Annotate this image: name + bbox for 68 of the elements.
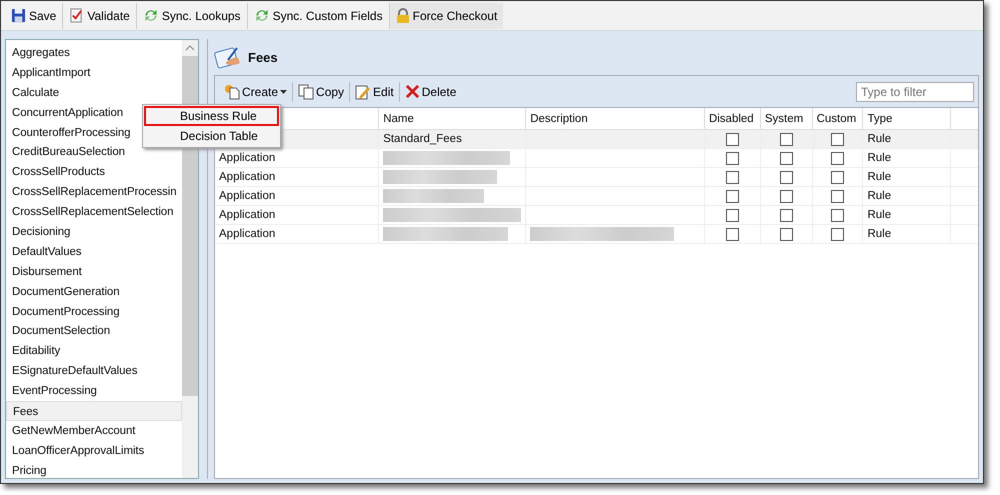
table-cell: Application	[219, 209, 276, 221]
checkbox[interactable]	[726, 228, 739, 240]
toolbar-button[interactable]: Sync. Lookups	[136, 2, 248, 28]
list-item[interactable]: Decisioning	[6, 222, 182, 242]
checkbox[interactable]	[831, 170, 844, 184]
checkbox[interactable]	[726, 170, 739, 184]
action-button[interactable]: Create	[219, 82, 294, 102]
checkbox[interactable]	[726, 132, 739, 146]
toolbar-button[interactable]: Force Checkout	[390, 2, 504, 28]
list-item[interactable]: DocumentSelection	[6, 321, 182, 342]
checkbox[interactable]	[831, 228, 844, 240]
action-button[interactable]: Copy	[293, 82, 350, 102]
list-item[interactable]: DocumentProcessing	[6, 302, 182, 322]
toolbar-button[interactable]: Save	[5, 2, 64, 28]
sync-icon	[254, 8, 270, 23]
list-item[interactable]: Fees	[6, 401, 182, 421]
checkbox[interactable]	[780, 190, 793, 202]
checkbox[interactable]	[726, 190, 739, 202]
action-button[interactable]: Edit	[350, 82, 400, 102]
list-item[interactable]: EventProcessing	[6, 381, 182, 402]
checklist-icon	[69, 8, 84, 23]
checkbox[interactable]	[726, 152, 739, 164]
list-item[interactable]: ESignatureDefaultValues	[6, 361, 182, 382]
copy-icon	[298, 84, 314, 100]
checkbox[interactable]	[831, 132, 844, 146]
table-cell: Rule	[867, 171, 892, 183]
list-item[interactable]: CrossSellProducts	[6, 162, 182, 182]
list-item[interactable]: Aggregates	[6, 43, 182, 63]
list-item[interactable]: ApplicantImport	[6, 62, 182, 83]
table-cell: Standard_Fees	[383, 133, 462, 145]
table-cell: Application	[219, 190, 276, 202]
checkbox[interactable]	[831, 208, 844, 222]
list-item[interactable]: CrossSellReplacementProcessin	[6, 182, 182, 202]
list-item[interactable]: Disbursement	[6, 262, 182, 282]
checkbox[interactable]	[780, 170, 793, 184]
list-item[interactable]: Calculate	[6, 82, 182, 103]
list-item[interactable]: Editability	[6, 341, 182, 362]
table-cell: Rule	[867, 152, 892, 164]
table-cell: Application	[219, 228, 276, 240]
menu-item[interactable]: Business Rule	[144, 106, 279, 126]
edit-document-icon	[355, 84, 372, 100]
table-cell: Application	[219, 171, 276, 183]
action-button[interactable]: Delete	[400, 82, 462, 102]
checkbox[interactable]	[780, 208, 793, 222]
table-cell: Application	[219, 152, 276, 164]
checkbox[interactable]	[831, 152, 844, 164]
checkbox[interactable]	[726, 208, 739, 222]
list-item[interactable]: CrossSellReplacementSelection	[6, 202, 182, 222]
list-item[interactable]: GetNewMemberAccount	[6, 420, 182, 441]
sync-icon	[142, 8, 159, 23]
table-cell: Rule	[867, 209, 892, 221]
table-cell: Rule	[867, 228, 892, 240]
padlock-icon	[396, 8, 410, 24]
checkbox[interactable]	[780, 132, 793, 146]
filter-field[interactable]: Type to filter	[856, 82, 974, 102]
panel-title: Fees	[248, 50, 278, 64]
new-document-icon	[224, 84, 240, 100]
list-item[interactable]: LoanOfficerApprovalLimits	[6, 440, 182, 461]
toolbar-button[interactable]: Validate	[63, 2, 137, 28]
list-item[interactable]: Pricing	[6, 460, 182, 478]
delete-icon	[404, 84, 420, 99]
checkbox[interactable]	[780, 152, 793, 164]
list-item[interactable]: DefaultValues	[6, 242, 182, 262]
table-cell: Rule	[867, 133, 892, 145]
list-item[interactable]: DocumentGeneration	[6, 282, 182, 302]
checkbox[interactable]	[831, 190, 844, 202]
checkbox[interactable]	[780, 228, 793, 240]
table-cell: Rule	[867, 190, 892, 202]
